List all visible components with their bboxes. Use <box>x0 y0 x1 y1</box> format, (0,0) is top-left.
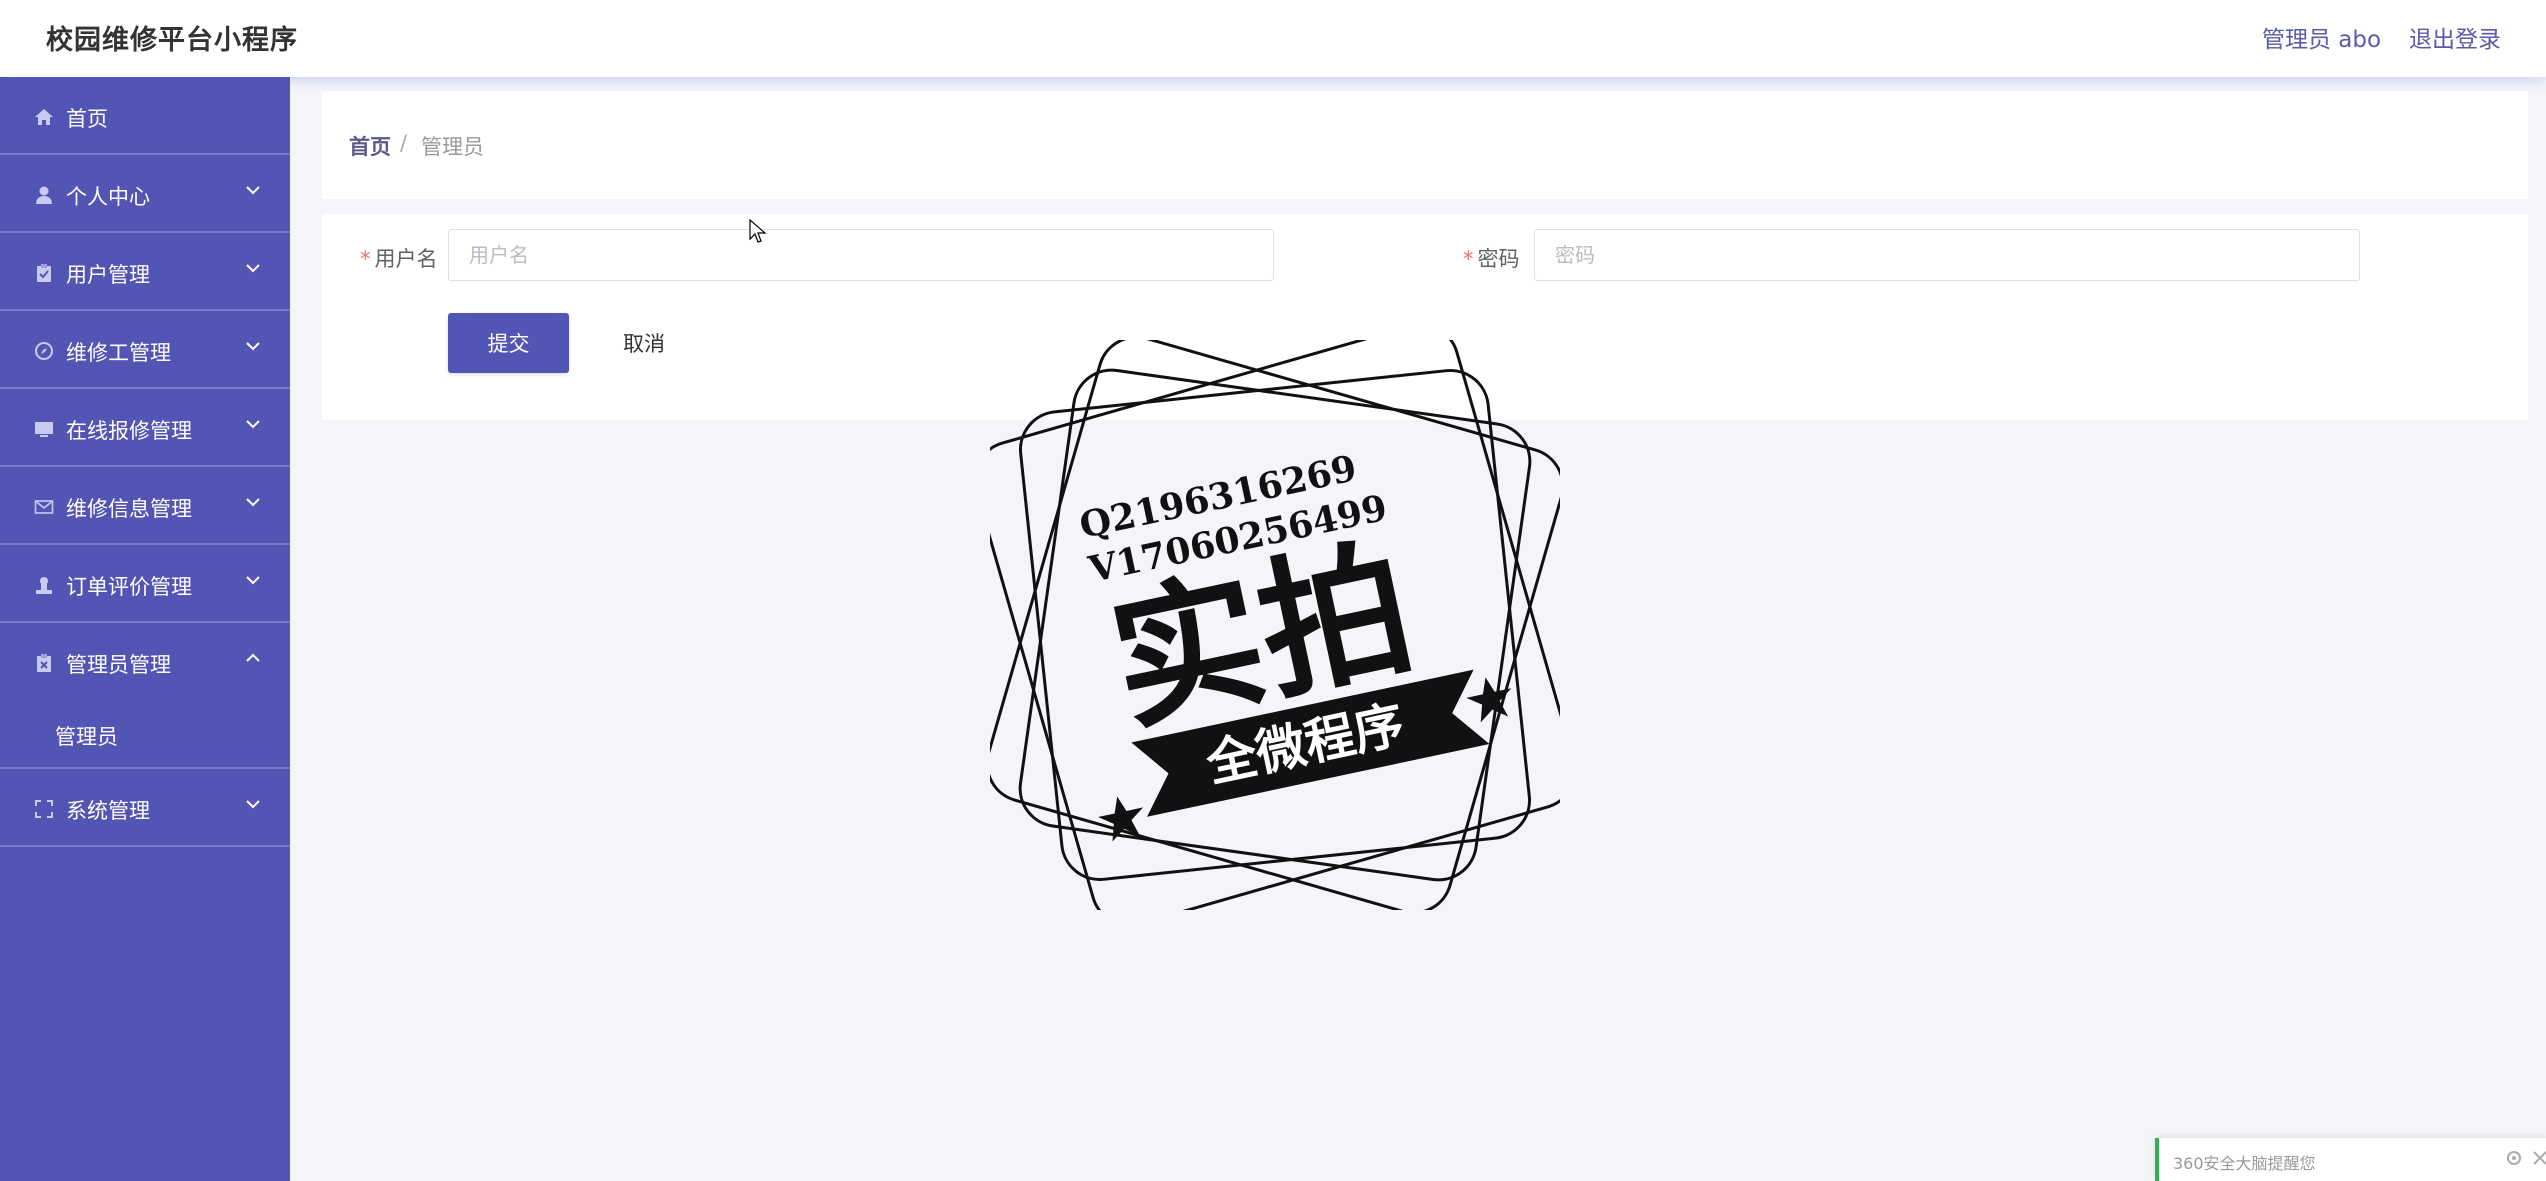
breadcrumb: 首页 / 管理员 <box>322 91 2528 199</box>
chevron-down-icon <box>246 342 260 351</box>
password-label-text: 密码 <box>1477 247 1520 271</box>
sidebar-item-label: 在线报修管理 <box>66 419 192 443</box>
chevron-down-icon <box>246 420 260 429</box>
breadcrumb-separator: / <box>400 131 408 155</box>
clipboard-icon <box>37 264 51 282</box>
sidebar-item-label: 管理员管理 <box>66 653 171 677</box>
sidebar-item-order-review-management[interactable]: 订单评价管理 <box>0 545 290 623</box>
sidebar-item-label: 维修信息管理 <box>66 497 192 521</box>
mail-icon <box>34 500 54 514</box>
current-user: 管理员 abo <box>2262 27 2382 53</box>
gear-icon[interactable] <box>2504 1148 2524 1168</box>
required-mark: * <box>360 247 371 271</box>
password-input[interactable] <box>1534 229 2360 281</box>
username-input[interactable] <box>448 229 1274 281</box>
chevron-up-icon <box>246 653 260 662</box>
sidebar: 首页 个人中心 用户管理 维修工管理 在线报修管理 维修信息管理 订单评价管理 … <box>0 77 290 1181</box>
breadcrumb-home[interactable]: 首页 <box>349 131 391 161</box>
chevron-down-icon <box>246 576 260 585</box>
user-icon <box>36 186 52 204</box>
chevron-down-icon <box>246 186 260 195</box>
sidebar-item-label: 维修工管理 <box>66 341 171 365</box>
password-label: * 密码 <box>1463 243 1520 273</box>
sidebar-item-label: 订单评价管理 <box>66 575 192 599</box>
home-icon <box>35 109 53 125</box>
security-toast[interactable]: 360安全大脑提醒您 <box>2155 1138 2546 1181</box>
username-label: * 用户名 <box>360 243 438 273</box>
chevron-down-icon <box>246 498 260 507</box>
breadcrumb-current: 管理员 <box>421 135 484 159</box>
sidebar-item-label: 首页 <box>66 107 108 131</box>
sidebar-item-label: 用户管理 <box>66 263 150 287</box>
compass-icon <box>35 342 53 360</box>
submit-button[interactable]: 提交 <box>448 313 569 373</box>
person-stamp-icon <box>36 577 52 594</box>
sidebar-item-online-repair-management[interactable]: 在线报修管理 <box>0 389 290 467</box>
toast-text: 360安全大脑提醒您 <box>2173 1154 2316 1173</box>
chevron-down-icon <box>246 800 260 809</box>
sidebar-item-label: 个人中心 <box>66 185 150 209</box>
top-header: 校园维修平台小程序 管理员 abo 退出登录 <box>0 0 2546 77</box>
clipboard-x-icon <box>37 654 51 672</box>
monitor-icon <box>35 422 53 437</box>
sidebar-item-admin-management[interactable]: 管理员管理 管理员 <box>0 623 290 769</box>
logout-link[interactable]: 退出登录 <box>2409 20 2501 54</box>
required-mark: * <box>1463 247 1474 271</box>
sidebar-item-system-management[interactable]: 系统管理 <box>0 769 290 847</box>
sidebar-item-home[interactable]: 首页 <box>0 77 290 155</box>
app-title: 校园维修平台小程序 <box>46 25 298 56</box>
stamp-watermark: Q2196316269 V17060256499 实拍 全微程序 <box>990 340 1560 910</box>
submenu-item-admin[interactable]: 管理员 <box>0 701 290 769</box>
cancel-button[interactable]: 取消 <box>592 313 696 373</box>
sidebar-item-repair-info-management[interactable]: 维修信息管理 <box>0 467 290 545</box>
close-icon[interactable] <box>2531 1148 2546 1168</box>
fullscreen-icon <box>35 800 53 818</box>
sidebar-item-repairman-management[interactable]: 维修工管理 <box>0 311 290 389</box>
submenu-item-label: 管理员 <box>55 725 118 749</box>
chevron-down-icon <box>246 264 260 273</box>
mouse-cursor-icon <box>749 219 767 243</box>
username-label-text: 用户名 <box>374 247 438 271</box>
sidebar-item-personal-center[interactable]: 个人中心 <box>0 155 290 233</box>
sidebar-item-label: 系统管理 <box>66 799 150 823</box>
sidebar-item-user-management[interactable]: 用户管理 <box>0 233 290 311</box>
